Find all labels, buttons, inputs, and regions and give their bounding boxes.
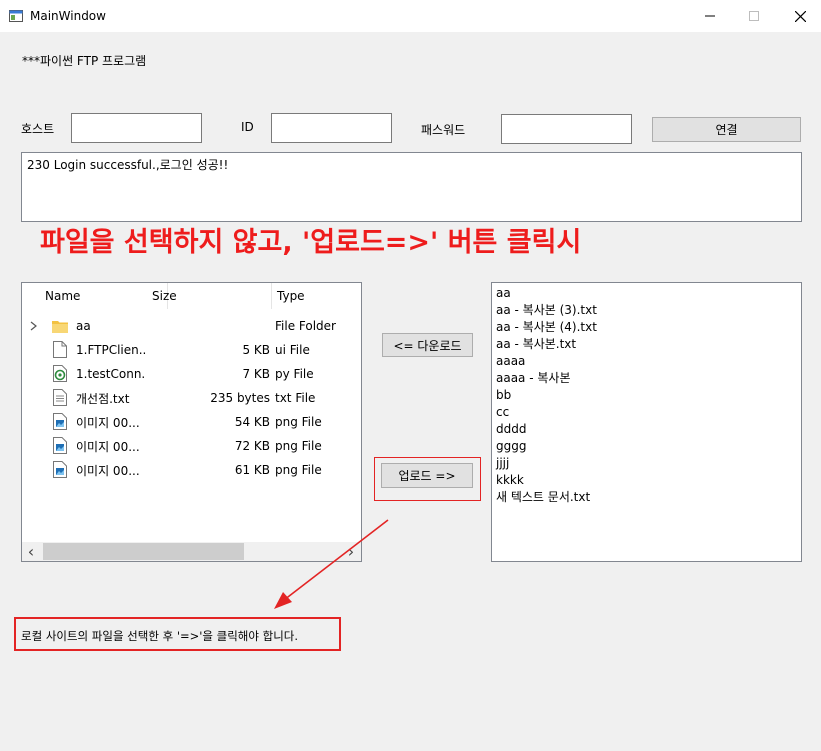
- close-button[interactable]: [777, 0, 821, 32]
- column-header-type[interactable]: Type: [271, 283, 361, 309]
- id-input[interactable]: [271, 113, 392, 143]
- file-row[interactable]: 1.FTPClien... 5 KB ui File: [22, 338, 361, 362]
- annotation-note-box: 로컬 사이트의 파일을 선택한 후 '=>'을 클릭해야 합니다.: [14, 617, 341, 651]
- maximize-icon: [749, 11, 759, 21]
- horizontal-scrollbar[interactable]: ‹ ›: [22, 542, 361, 561]
- file-name: 개선점.txt: [76, 391, 130, 406]
- remote-file-list[interactable]: aa aa - 복사본 (3).txt aa - 복사본 (4).txt aa …: [491, 282, 802, 562]
- remote-item[interactable]: gggg: [496, 438, 597, 455]
- remote-item[interactable]: aa - 복사본 (3).txt: [496, 302, 597, 319]
- host-input[interactable]: [71, 113, 202, 143]
- id-label: ID: [241, 120, 254, 134]
- window-title: MainWindow: [30, 9, 106, 23]
- remote-items: aa aa - 복사본 (3).txt aa - 복사본 (4).txt aa …: [496, 285, 597, 506]
- file-size: 5 KB: [242, 343, 270, 357]
- file-name: 1.FTPClien...: [76, 343, 146, 357]
- upload-button[interactable]: 업로드 =>: [381, 463, 473, 488]
- local-file-tree[interactable]: Name Size Type aa File Folder 1.FTPClien…: [21, 282, 362, 562]
- scroll-left-button[interactable]: ‹: [24, 542, 38, 561]
- file-name: 이미지 00...: [76, 439, 140, 454]
- file-row[interactable]: 개선점.txt 235 bytes txt File: [22, 386, 361, 410]
- file-type: ui File: [275, 343, 310, 357]
- file-type: png File: [275, 463, 322, 477]
- file-row[interactable]: 1.testConn... 7 KB py File: [22, 362, 361, 386]
- file-type: png File: [275, 415, 322, 429]
- file-name: aa: [76, 319, 91, 333]
- file-name: 이미지 00...: [76, 463, 140, 478]
- remote-item[interactable]: cc: [496, 404, 597, 421]
- password-input[interactable]: [501, 114, 632, 144]
- file-type: txt File: [275, 391, 316, 405]
- remote-item[interactable]: aa - 복사본 (4).txt: [496, 319, 597, 336]
- file-size: [146, 314, 270, 338]
- image-file-icon: [53, 413, 67, 430]
- annotation-note: 로컬 사이트의 파일을 선택한 후 '=>'을 클릭해야 합니다.: [21, 629, 299, 643]
- column-header-size[interactable]: Size: [146, 283, 272, 309]
- file-size: 61 KB: [234, 463, 270, 477]
- text-file-icon: [53, 389, 67, 406]
- python-file-icon: [53, 365, 67, 382]
- file-row[interactable]: 이미지 00... 72 KB png File: [22, 434, 361, 458]
- file-row[interactable]: aa File Folder: [22, 314, 361, 338]
- minimize-button[interactable]: [687, 0, 733, 32]
- annotation-title: 파일을 선택하지 않고, '업로드=>' 버튼 클릭시: [40, 227, 582, 258]
- scroll-right-button[interactable]: ›: [344, 542, 358, 561]
- arrow-head-icon: [274, 592, 292, 609]
- close-icon: [794, 10, 806, 22]
- host-label: 호스트: [21, 122, 55, 136]
- remote-item[interactable]: 새 텍스트 문서.txt: [496, 489, 597, 506]
- file-size: 235 bytes: [210, 391, 270, 405]
- title-bar: MainWindow: [0, 0, 821, 32]
- remote-item[interactable]: dddd: [496, 421, 597, 438]
- file-type: py File: [275, 367, 314, 381]
- file-name: 이미지 00...: [76, 415, 140, 430]
- log-text: 230 Login successful.,로그인 성공!!: [27, 158, 229, 172]
- scrollbar-thumb[interactable]: [43, 543, 244, 560]
- remote-item[interactable]: bb: [496, 387, 597, 404]
- remote-item[interactable]: aaaa: [496, 353, 597, 370]
- image-file-icon: [53, 437, 67, 454]
- password-label: 패스워드: [421, 123, 466, 137]
- file-size: 54 KB: [234, 415, 270, 429]
- remote-item[interactable]: kkkk: [496, 472, 597, 489]
- remote-item[interactable]: aa: [496, 285, 597, 302]
- maximize-button[interactable]: [731, 0, 777, 32]
- folder-icon: [52, 321, 68, 333]
- file-row[interactable]: 이미지 00... 61 KB png File: [22, 458, 361, 482]
- file-size: 7 KB: [242, 367, 270, 381]
- window-icon: [9, 10, 23, 22]
- file-row[interactable]: 이미지 00... 54 KB png File: [22, 410, 361, 434]
- file-type: png File: [275, 439, 322, 453]
- file-icon: [53, 341, 67, 358]
- remote-item[interactable]: jjjj: [496, 455, 597, 472]
- file-name: 1.testConn...: [76, 367, 146, 381]
- file-type: File Folder: [275, 319, 336, 333]
- chevron-right-icon[interactable]: [30, 321, 38, 331]
- file-size: 72 KB: [234, 439, 270, 453]
- log-output[interactable]: 230 Login successful.,로그인 성공!!: [21, 152, 802, 222]
- remote-item[interactable]: aa - 복사본.txt: [496, 336, 597, 353]
- minimize-icon: [705, 15, 715, 17]
- image-file-icon: [53, 461, 67, 478]
- connect-button[interactable]: 연결: [652, 117, 801, 142]
- app-heading: ***파이썬 FTP 프로그램: [22, 54, 147, 68]
- remote-item[interactable]: aaaa - 복사본: [496, 370, 597, 387]
- download-button[interactable]: <= 다운로드: [382, 333, 473, 357]
